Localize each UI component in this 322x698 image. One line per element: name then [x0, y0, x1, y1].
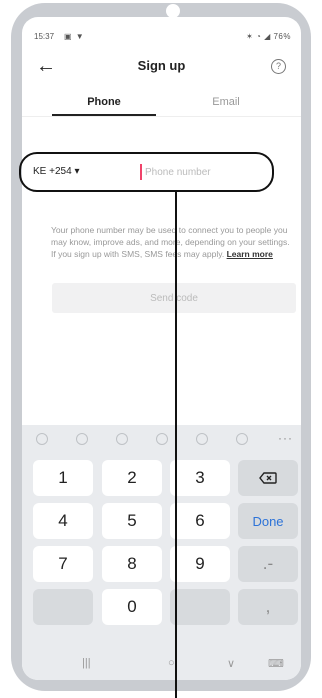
- key-8[interactable]: 8: [102, 546, 162, 582]
- app-screen: 15:37 ▣ ▼ ✶ ◔ ◢ 76% ← Sign up ? Phone Em…: [22, 17, 301, 680]
- country-code: KE +254: [33, 166, 72, 177]
- page-title: Sign up: [137, 58, 186, 73]
- key-9[interactable]: 9: [170, 546, 230, 582]
- signal-icons: ✶ ◔ ◢: [246, 32, 274, 41]
- key-0[interactable]: 0: [102, 589, 162, 625]
- front-camera: [166, 4, 180, 18]
- key-1[interactable]: 1: [33, 460, 93, 496]
- blank-key-left: [33, 589, 93, 625]
- comma-key[interactable]: ,: [238, 589, 298, 625]
- key-2[interactable]: 2: [102, 460, 162, 496]
- notification-icons: ▣ ▼: [64, 32, 85, 41]
- send-code-button[interactable]: Send code: [52, 283, 296, 313]
- emoji-icon[interactable]: [36, 433, 48, 445]
- translate-icon[interactable]: [196, 433, 208, 445]
- header: ← Sign up ?: [22, 53, 301, 81]
- status-time: 15:37: [34, 32, 55, 41]
- system-status-icons: ✶ ◔ ◢ 76%: [246, 32, 291, 41]
- phone-number-input[interactable]: [145, 162, 265, 182]
- backspace-icon: [259, 472, 277, 484]
- search-icon[interactable]: [76, 433, 88, 445]
- settings-icon[interactable]: [156, 433, 168, 445]
- phone-disclaimer: Your phone number may be used to connect…: [51, 224, 296, 260]
- key-3[interactable]: 3: [170, 460, 230, 496]
- tab-phone[interactable]: Phone: [52, 96, 156, 108]
- text-cursor: [140, 164, 142, 180]
- backspace-key[interactable]: [238, 460, 298, 496]
- callout-pointer-line: [175, 191, 177, 698]
- phone-input-row: KE +254 ▾: [19, 152, 274, 192]
- tabs-divider: [22, 116, 301, 117]
- back-nav-icon[interactable]: ∨: [227, 657, 235, 670]
- battery-level: 76%: [273, 32, 291, 41]
- blank-key-right: [170, 589, 230, 625]
- navigation-bar: ||| ○ ∨ ⌨: [22, 657, 301, 677]
- key-5[interactable]: 5: [102, 503, 162, 539]
- clipboard-icon[interactable]: [236, 433, 248, 445]
- numeric-keyboard: 1 2 3 4 5 6 Done 7 8 9 .- 0 ,: [22, 453, 301, 680]
- learn-more-link[interactable]: Learn more: [227, 249, 273, 259]
- chevron-down-icon: ▾: [74, 166, 80, 177]
- key-4[interactable]: 4: [33, 503, 93, 539]
- recents-icon[interactable]: |||: [82, 657, 91, 669]
- tab-email[interactable]: Email: [174, 96, 278, 108]
- keyboard-toolbar: ···: [22, 425, 301, 453]
- symbol-key[interactable]: .-: [238, 546, 298, 582]
- country-code-selector[interactable]: KE +254 ▾: [33, 166, 79, 177]
- done-key[interactable]: Done: [238, 503, 298, 539]
- mic-icon[interactable]: [116, 433, 128, 445]
- status-bar: 15:37 ▣ ▼ ✶ ◔ ◢ 76%: [34, 32, 291, 44]
- key-6[interactable]: 6: [170, 503, 230, 539]
- key-7[interactable]: 7: [33, 546, 93, 582]
- home-icon[interactable]: ○: [168, 657, 175, 669]
- more-options-icon[interactable]: ···: [278, 431, 293, 445]
- help-icon[interactable]: ?: [271, 59, 286, 74]
- keyboard-icon[interactable]: ⌨: [268, 657, 284, 670]
